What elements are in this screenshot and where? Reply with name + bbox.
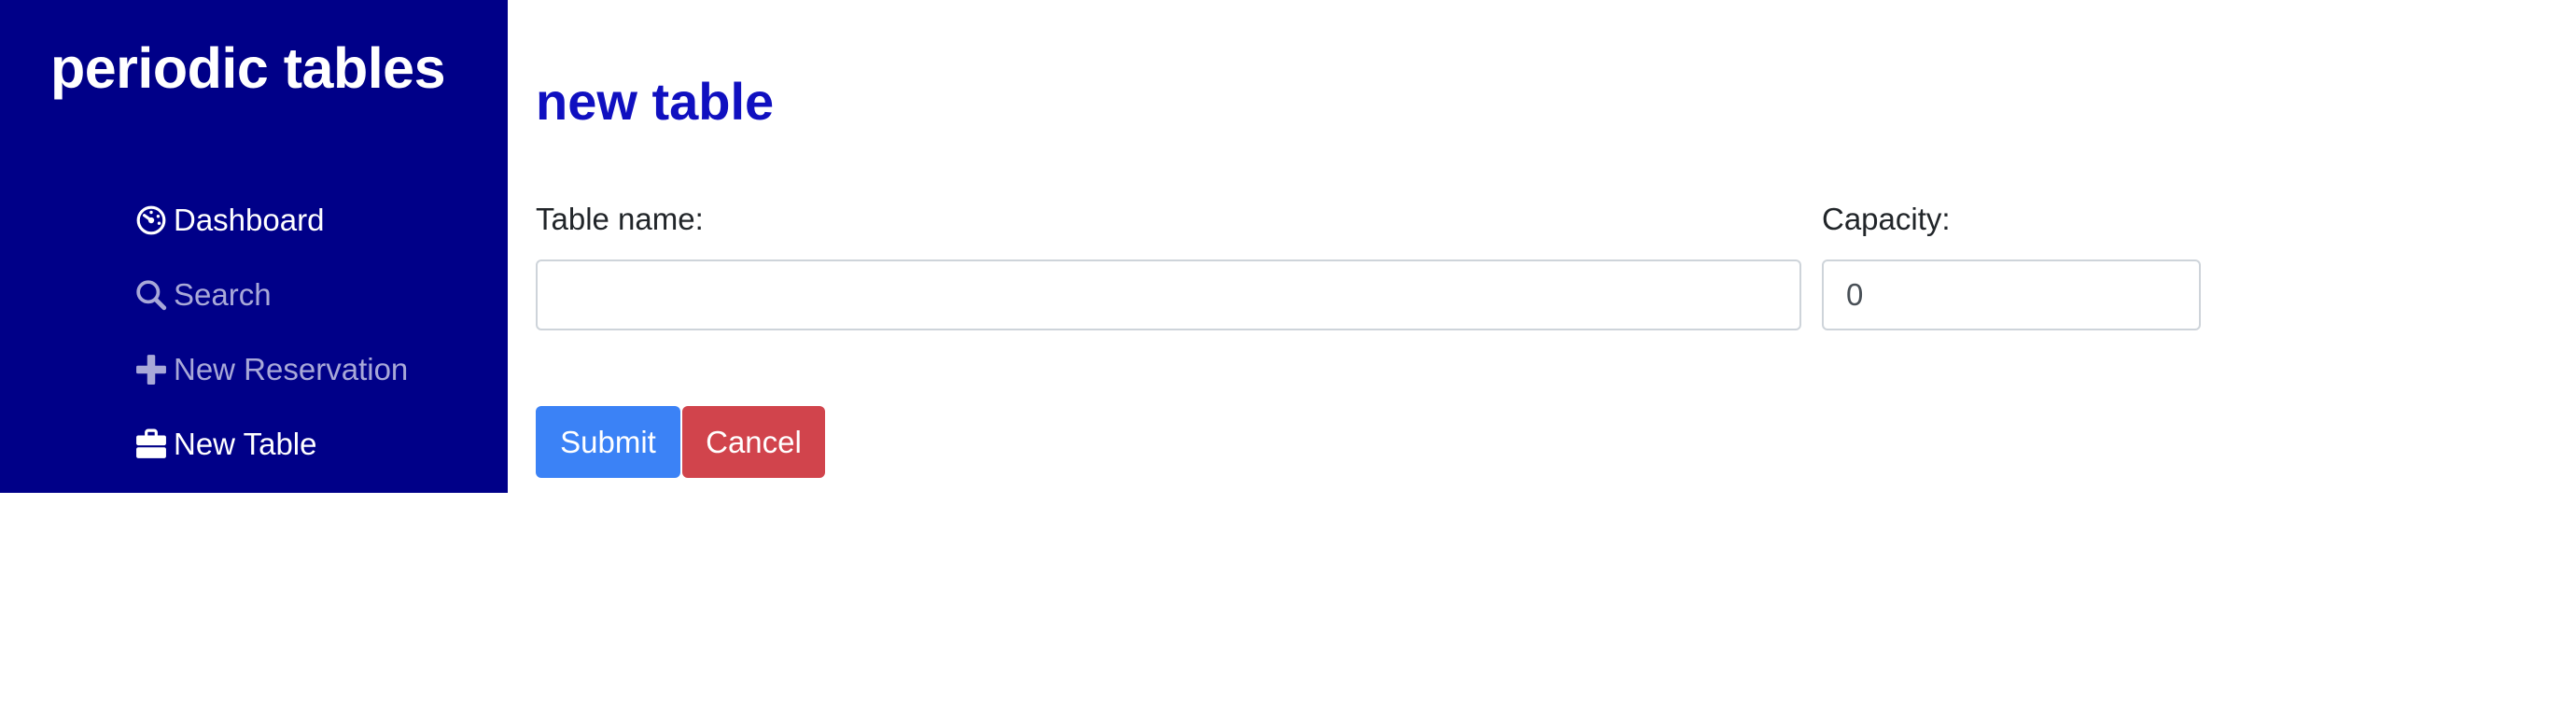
main-content: new table Table name: Capacity: Submit C… — [536, 0, 2576, 715]
sidebar: periodic tables Dashboard Search New Res… — [0, 0, 508, 493]
page-title: new table — [536, 72, 775, 131]
search-icon — [134, 278, 168, 312]
sidebar-item-search[interactable]: Search — [134, 258, 408, 332]
app-root: periodic tables Dashboard Search New Res… — [0, 0, 2576, 715]
brand-title: periodic tables — [50, 36, 446, 100]
sidebar-item-label: New Table — [174, 427, 317, 461]
table-name-input[interactable] — [536, 259, 1801, 330]
sidebar-nav: Dashboard Search New Reservation New Tab… — [134, 183, 408, 482]
sidebar-item-label: Search — [174, 277, 272, 312]
capacity-input[interactable] — [1822, 259, 2201, 330]
table-name-label: Table name: — [536, 202, 704, 236]
sidebar-item-label: New Reservation — [174, 352, 409, 386]
submit-button[interactable]: Submit — [536, 406, 680, 478]
briefcase-icon — [134, 428, 168, 461]
sidebar-item-dashboard[interactable]: Dashboard — [134, 183, 408, 258]
cancel-button[interactable]: Cancel — [682, 406, 825, 478]
sidebar-item-label: Dashboard — [174, 203, 325, 237]
dashboard-icon — [134, 203, 168, 237]
sidebar-item-new-table[interactable]: New Table — [134, 407, 408, 482]
capacity-label: Capacity: — [1822, 202, 1951, 236]
plus-icon — [134, 353, 168, 386]
sidebar-item-new-reservation[interactable]: New Reservation — [134, 332, 408, 407]
